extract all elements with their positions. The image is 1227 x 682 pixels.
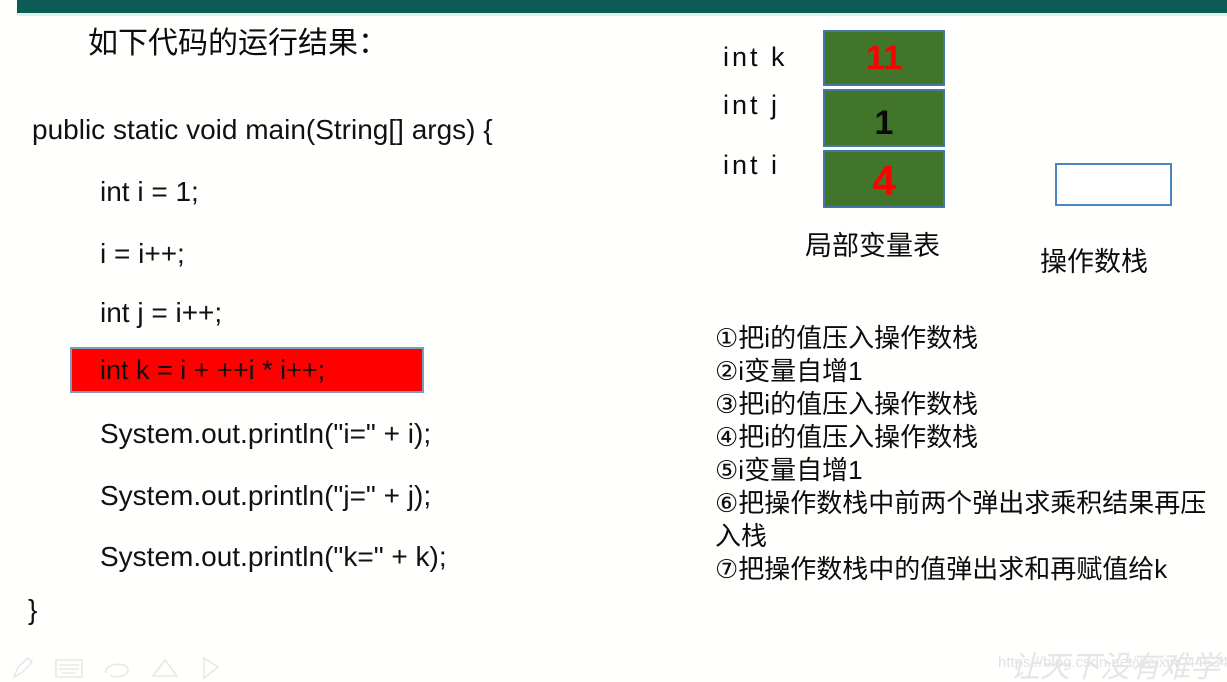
list-item: ③把i的值压入操作数栈 bbox=[715, 389, 979, 419]
variable-slot-i: 4 bbox=[823, 150, 945, 208]
list-item: ②i变量自增1 bbox=[715, 356, 863, 386]
code-line-print-k: System.out.println("k=" + k); bbox=[100, 541, 447, 572]
highlighted-code-text: int k = i + ++i * i++; bbox=[100, 355, 326, 385]
variable-value-j: 1 bbox=[874, 104, 894, 142]
code-line-declare-i: int i = 1; bbox=[100, 176, 199, 207]
variable-declaration-i: int i bbox=[723, 150, 781, 180]
variable-declaration-j: int j bbox=[723, 90, 781, 120]
code-line-print-j: System.out.println("j=" + j); bbox=[100, 480, 432, 511]
execution-steps-list: ①把i的值压入操作数栈 ②i变量自增1 ③把i的值压入操作数栈 ④把i的值压入操… bbox=[715, 322, 1215, 586]
highlighted-code-line: int k = i + ++i * i++; bbox=[70, 347, 424, 393]
code-line-declare-j: int j = i++; bbox=[100, 297, 223, 328]
code-line-signature: public static void main(String[] args) { bbox=[32, 114, 493, 145]
local-variable-table-caption: 局部变量表 bbox=[805, 231, 940, 261]
variable-slot-j: 1 bbox=[823, 89, 945, 147]
top-accent-bar bbox=[17, 0, 1227, 13]
list-item: ⑤i变量自增1 bbox=[715, 455, 863, 485]
variable-slot-k: 11 bbox=[823, 30, 945, 86]
list-item: ④把i的值压入操作数栈 bbox=[715, 422, 979, 452]
triangle-icon[interactable] bbox=[150, 655, 180, 681]
pen-icon[interactable] bbox=[10, 655, 36, 681]
watermark-url: https://blog.csdn.net/weixin_44634833 bbox=[998, 654, 1227, 671]
top-accent-bar-thin bbox=[17, 13, 1227, 16]
lasso-icon[interactable] bbox=[102, 655, 132, 681]
list-item: ⑦把操作数栈中的值弹出求和再赋值给k bbox=[715, 554, 1168, 584]
page-title: 如下代码的运行结果： bbox=[88, 27, 388, 60]
variable-declaration-k: int k bbox=[723, 42, 788, 72]
variable-value-i: 4 bbox=[872, 157, 896, 204]
list-item: ⑥把操作数栈中前两个弹出求乘积结果再压入栈 bbox=[715, 488, 1207, 551]
list-item: ①把i的值压入操作数栈 bbox=[715, 323, 979, 353]
code-line-assign-i: i = i++; bbox=[100, 238, 185, 269]
code-line-print-i: System.out.println("i=" + i); bbox=[100, 418, 432, 449]
operand-stack-caption: 操作数栈 bbox=[1040, 247, 1148, 277]
operand-stack-box bbox=[1055, 163, 1172, 206]
keyboard-icon[interactable] bbox=[54, 655, 84, 681]
slide-canvas: 如下代码的运行结果： public static void main(Strin… bbox=[0, 0, 1227, 682]
code-line-closing-brace: } bbox=[28, 594, 38, 625]
variable-value-k: 11 bbox=[866, 39, 902, 77]
pointer-icon[interactable] bbox=[198, 655, 224, 681]
watermark: https://blog.csdn.net/weixin_44634833 让天… bbox=[998, 642, 1227, 682]
annotation-toolbar[interactable] bbox=[10, 655, 220, 682]
watermark-text: 让天下没有难学 bbox=[1010, 650, 1220, 682]
